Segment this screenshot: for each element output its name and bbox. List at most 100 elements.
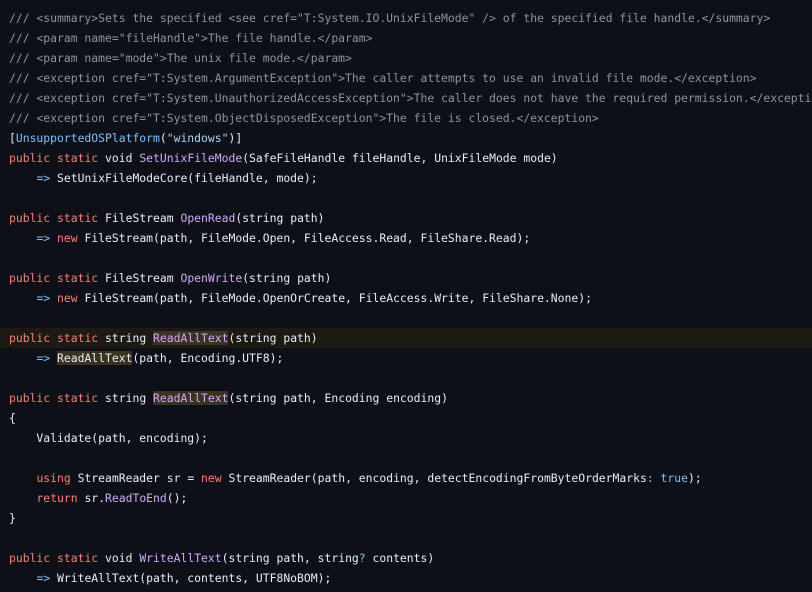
code-token: FileStream	[98, 271, 181, 285]
code-token: /// <exception cref="T:System.Unauthoriz…	[9, 91, 812, 105]
code-token: string	[98, 391, 154, 405]
code-token: (	[159, 131, 167, 145]
code-line[interactable]: /// <exception cref="T:System.ArgumentEx…	[0, 68, 812, 88]
code-line[interactable]	[0, 528, 812, 548]
code-token: string	[98, 331, 154, 345]
code-token: /// <param name="fileHandle">The file ha…	[9, 31, 373, 45]
code-token: new	[201, 471, 222, 485]
code-line[interactable]: /// <summary>Sets the specified <see cre…	[0, 8, 812, 28]
code-token: ();	[166, 491, 188, 505]
code-line[interactable]: /// <param name="fileHandle">The file ha…	[0, 28, 812, 48]
code-token: true	[660, 471, 688, 485]
code-line[interactable]	[0, 188, 812, 208]
code-token: StreamReader(path, encoding, detectEncod…	[221, 471, 647, 485]
code-token: FileStream(path, FileMode.OpenOrCreate, …	[77, 291, 592, 305]
code-line[interactable]: public static FileStream OpenWrite(strin…	[0, 268, 812, 288]
code-line[interactable]: /// <exception cref="T:System.ObjectDisp…	[0, 108, 812, 128]
code-token: =>	[36, 571, 51, 585]
code-token: static	[57, 211, 99, 225]
code-token: ReadAllText	[153, 331, 229, 345]
code-token: =>	[36, 351, 51, 365]
code-token: SetUnixFileMode	[139, 151, 243, 165]
code-token: :	[646, 471, 654, 485]
code-line[interactable]: public static void WriteAllText(string p…	[0, 548, 812, 568]
code-line[interactable]: return sr.ReadToEnd();	[0, 488, 812, 508]
code-token: (SafeFileHandle fileHandle, UnixFileMode…	[242, 151, 558, 165]
code-token: (path, Encoding.UTF8);	[132, 351, 284, 365]
code-token: ReadAllText	[153, 391, 229, 405]
code-token: /// <summary>Sets the specified <see cre…	[9, 11, 771, 25]
code-line[interactable]: => SetUnixFileModeCore(fileHandle, mode)…	[0, 168, 812, 188]
code-line[interactable]: => ReadAllText(path, Encoding.UTF8);	[0, 348, 812, 368]
code-token: public	[9, 151, 51, 165]
code-token: ReadToEnd	[105, 491, 167, 505]
code-token: }	[9, 511, 16, 525]
code-token: WriteAllText	[139, 551, 222, 565]
code-token: new	[57, 231, 78, 245]
code-token: return	[36, 491, 78, 505]
code-line[interactable]: Validate(path, encoding);	[0, 428, 812, 448]
code-token: new	[57, 291, 78, 305]
code-token: )]	[228, 131, 243, 145]
code-line[interactable]: => new FileStream(path, FileMode.OpenOrC…	[0, 288, 812, 308]
code-token: (string path)	[235, 211, 325, 225]
code-line[interactable]: {	[0, 408, 812, 428]
code-editor[interactable]: /// <summary>Sets the specified <see cre…	[0, 0, 812, 592]
code-token: FileStream(path, FileMode.Open, FileAcce…	[77, 231, 531, 245]
code-line[interactable]: => WriteAllText(path, contents, UTF8NoBO…	[0, 568, 812, 588]
code-token: static	[57, 151, 99, 165]
code-line[interactable]: /// <param name="mode">The unix file mod…	[0, 48, 812, 68]
code-line[interactable]	[0, 248, 812, 268]
code-token: (string path)	[242, 271, 332, 285]
code-token: WriteAllText(path, contents, UTF8NoBOM);	[50, 571, 332, 585]
code-line[interactable]	[0, 448, 812, 468]
code-token: /// <param name="mode">The unix file mod…	[9, 51, 352, 65]
code-token: OpenRead	[180, 211, 236, 225]
code-line[interactable]: using StreamReader sr = new StreamReader…	[0, 468, 812, 488]
code-token: SetUnixFileModeCore(fileHandle, mode);	[50, 171, 318, 185]
code-token: UnsupportedOSPlatform	[15, 131, 160, 145]
code-token: {	[9, 411, 16, 425]
code-token: public	[9, 551, 51, 565]
code-line[interactable]: public static FileStream OpenRead(string…	[0, 208, 812, 228]
code-token: Validate(path, encoding);	[9, 431, 208, 445]
code-token: /// <exception cref="T:System.ArgumentEx…	[9, 71, 757, 85]
code-line[interactable]: public static string ReadAllText(string …	[0, 328, 812, 348]
code-line[interactable]	[0, 308, 812, 328]
code-line[interactable]: [UnsupportedOSPlatform("windows")]	[0, 128, 812, 148]
code-token: static	[57, 551, 99, 565]
code-line[interactable]	[0, 368, 812, 388]
code-line[interactable]: }	[0, 508, 812, 528]
code-line[interactable]: => new FileStream(path, FileMode.Open, F…	[0, 228, 812, 248]
code-token: ?	[358, 551, 366, 565]
code-token: void	[98, 551, 140, 565]
code-line[interactable]: public static void SetUnixFileMode(SafeF…	[0, 148, 812, 168]
code-token: static	[57, 331, 99, 345]
code-token: =>	[36, 231, 51, 245]
code-token: public	[9, 391, 51, 405]
code-token: using	[36, 471, 71, 485]
code-token: =>	[36, 291, 51, 305]
code-line[interactable]: public static string ReadAllText(string …	[0, 388, 812, 408]
code-token: [	[9, 131, 16, 145]
code-token: =>	[36, 171, 51, 185]
code-line[interactable]: /// <exception cref="T:System.Unauthoriz…	[0, 88, 812, 108]
code-token: void	[98, 151, 140, 165]
code-token: (string path, Encoding encoding)	[228, 391, 448, 405]
code-token: static	[57, 271, 99, 285]
